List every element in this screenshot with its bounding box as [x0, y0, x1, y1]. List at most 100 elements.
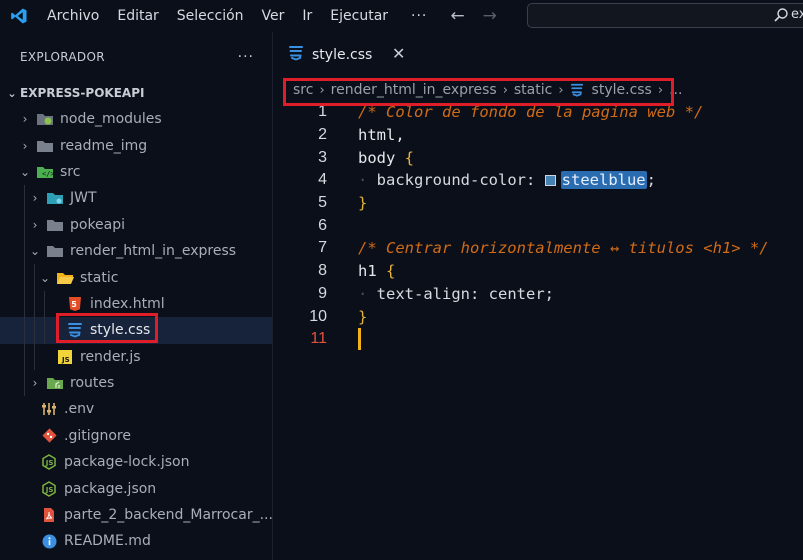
line-number: 10: [309, 307, 327, 325]
chevron-right-icon: ›: [319, 82, 325, 98]
line-number: 7: [318, 239, 327, 257]
breadcrumb-static[interactable]: static: [514, 82, 552, 98]
tree-item-jwt[interactable]: › JWT: [0, 185, 272, 212]
code-selector: body: [358, 148, 396, 167]
code-line: 7 /* Centrar horizontalmente ↔ titulos <…: [274, 237, 803, 260]
src-folder-icon: </>: [36, 164, 54, 180]
tree-item-label: pokeapi: [70, 216, 126, 233]
forward-arrow-icon[interactable]: →: [474, 0, 506, 32]
line-number: 3: [318, 148, 327, 166]
chevron-right-icon: ›: [558, 82, 564, 98]
tree-item-readme-md[interactable]: README.md: [0, 528, 272, 554]
line-number: 4: [318, 171, 327, 189]
code-brace: }: [358, 307, 368, 326]
chevron-right-icon: ›: [657, 82, 664, 98]
tree-item-label: routes: [70, 375, 115, 392]
code-line: 6: [274, 214, 803, 237]
code-comment: /* Centrar horizontalmente ↔ titulos <h1…: [358, 239, 769, 258]
code-selector: html,: [358, 126, 405, 145]
tree-item-render-html-in-express[interactable]: ⌄ render_html_in_express: [0, 237, 272, 265]
html5-icon: 5: [66, 296, 84, 312]
vscode-logo-icon[interactable]: [0, 0, 38, 32]
tree-item-routes[interactable]: › routes: [0, 369, 272, 397]
open-folder-icon: [56, 270, 74, 286]
title-bar: Archivo Editar Selección Ver Ir Ejecutar…: [0, 0, 803, 32]
node-folder-icon: [36, 111, 54, 127]
chevron-right-icon: ›: [32, 217, 38, 232]
explorer-sidebar: EXPLORADOR ··· ⌄ EXPRESS-POKEAPI › node_…: [0, 32, 273, 560]
color-swatch[interactable]: [544, 174, 556, 186]
explorer-title: EXPLORADOR: [20, 50, 105, 64]
tree-item-render-js[interactable]: JS render.js: [0, 343, 272, 370]
code-line: 3 body {: [274, 146, 803, 169]
tree-item-label: style.css: [90, 322, 151, 339]
tab-style-css[interactable]: style.css ✕: [274, 32, 412, 77]
text-cursor: [358, 327, 361, 350]
menu-archivo[interactable]: Archivo: [38, 0, 108, 32]
chevron-down-icon: ⌄: [29, 244, 41, 259]
line-number: 5: [318, 194, 327, 212]
close-icon[interactable]: ✕: [392, 44, 405, 63]
tree-item-label: src: [60, 163, 81, 180]
css3-icon: [570, 83, 584, 97]
code-selector: h1: [358, 262, 377, 281]
svg-text:5: 5: [71, 300, 77, 309]
menu-editar[interactable]: Editar: [108, 0, 167, 32]
pdf-icon: [40, 507, 58, 523]
chevron-down-icon: ⌄: [19, 164, 31, 179]
tree-item-label: .env: [64, 401, 95, 418]
tree-item-env[interactable]: .env: [0, 396, 272, 422]
tab-label: style.css: [312, 46, 373, 63]
menu-seleccion[interactable]: Selección: [168, 0, 253, 32]
menu-ver[interactable]: Ver: [253, 0, 294, 32]
tree-item-label: node_modules: [60, 111, 162, 128]
tab-bar: style.css ✕: [274, 32, 803, 77]
line-number: 9: [318, 284, 327, 302]
code-line-current: 11: [274, 327, 803, 351]
chevron-right-icon: ›: [502, 82, 508, 98]
tree-item-package-json[interactable]: JS package.json: [0, 475, 272, 501]
code-value: center: [488, 284, 545, 303]
tree-item-node-modules[interactable]: › node_modules: [0, 106, 272, 132]
line-number: 2: [318, 126, 327, 144]
explorer-more-button[interactable]: ···: [238, 49, 254, 65]
line-number: 11: [310, 330, 327, 348]
breadcrumb-more[interactable]: ...: [669, 82, 682, 98]
menu-ir[interactable]: Ir: [293, 0, 321, 32]
code-brace: {: [386, 262, 396, 281]
tree-item-static[interactable]: ⌄ static: [0, 264, 272, 291]
tree-item-package-lock-json[interactable]: JS package-lock.json: [0, 449, 272, 475]
code-property: background-color:: [376, 171, 545, 190]
tree-item-pdf[interactable]: parte_2_backend_Marrocar_...: [0, 502, 273, 528]
menu-ejecutar[interactable]: Ejecutar: [321, 0, 397, 32]
breadcrumb-render-html-in-express[interactable]: render_html_in_express: [331, 82, 497, 98]
menu-bar: Archivo Editar Selección Ver Ir Ejecutar…: [38, 0, 506, 32]
project-root[interactable]: ⌄ EXPRESS-POKEAPI: [0, 82, 272, 104]
back-arrow-icon[interactable]: ←: [441, 0, 473, 32]
command-search-box[interactable]: ex: [527, 3, 803, 28]
tree-item-pokeapi[interactable]: › pokeapi: [0, 211, 272, 238]
tree-item-label: render.js: [80, 348, 141, 365]
code-semicolon: ;: [544, 284, 554, 303]
jwt-folder-icon: [46, 190, 64, 206]
code-comment: /* Color de fondo de la pagina web */: [358, 103, 704, 122]
menu-more-button[interactable]: ···: [397, 8, 441, 24]
tree-item-label: index.html: [90, 295, 165, 312]
code-line: 5 }: [274, 192, 803, 215]
tree-item-label: readme_img: [60, 137, 148, 154]
breadcrumb-src[interactable]: src: [293, 82, 313, 98]
code-value-highlighted: steelblue: [560, 171, 647, 190]
code-editor[interactable]: 1 /* Color de fondo de la pagina web */ …: [274, 101, 803, 351]
tree-item-gitignore[interactable]: .gitignore: [0, 423, 272, 449]
chevron-right-icon: ›: [32, 191, 38, 206]
tree-item-style-css[interactable]: style.css: [0, 317, 272, 344]
breadcrumb-style-css[interactable]: style.css: [592, 82, 652, 98]
tree-item-label: .gitignore: [64, 427, 131, 444]
tree-item-label: static: [80, 269, 119, 286]
editor-area: style.css ✕ src › render_html_in_express…: [274, 32, 803, 560]
tree-item-src[interactable]: ⌄ </> src: [0, 159, 272, 185]
js-icon: JS: [56, 349, 74, 365]
tree-item-index-html[interactable]: 5 index.html: [0, 290, 272, 318]
explorer-header: EXPLORADOR ···: [0, 32, 272, 82]
tree-item-readme-img[interactable]: › readme_img: [0, 132, 272, 158]
